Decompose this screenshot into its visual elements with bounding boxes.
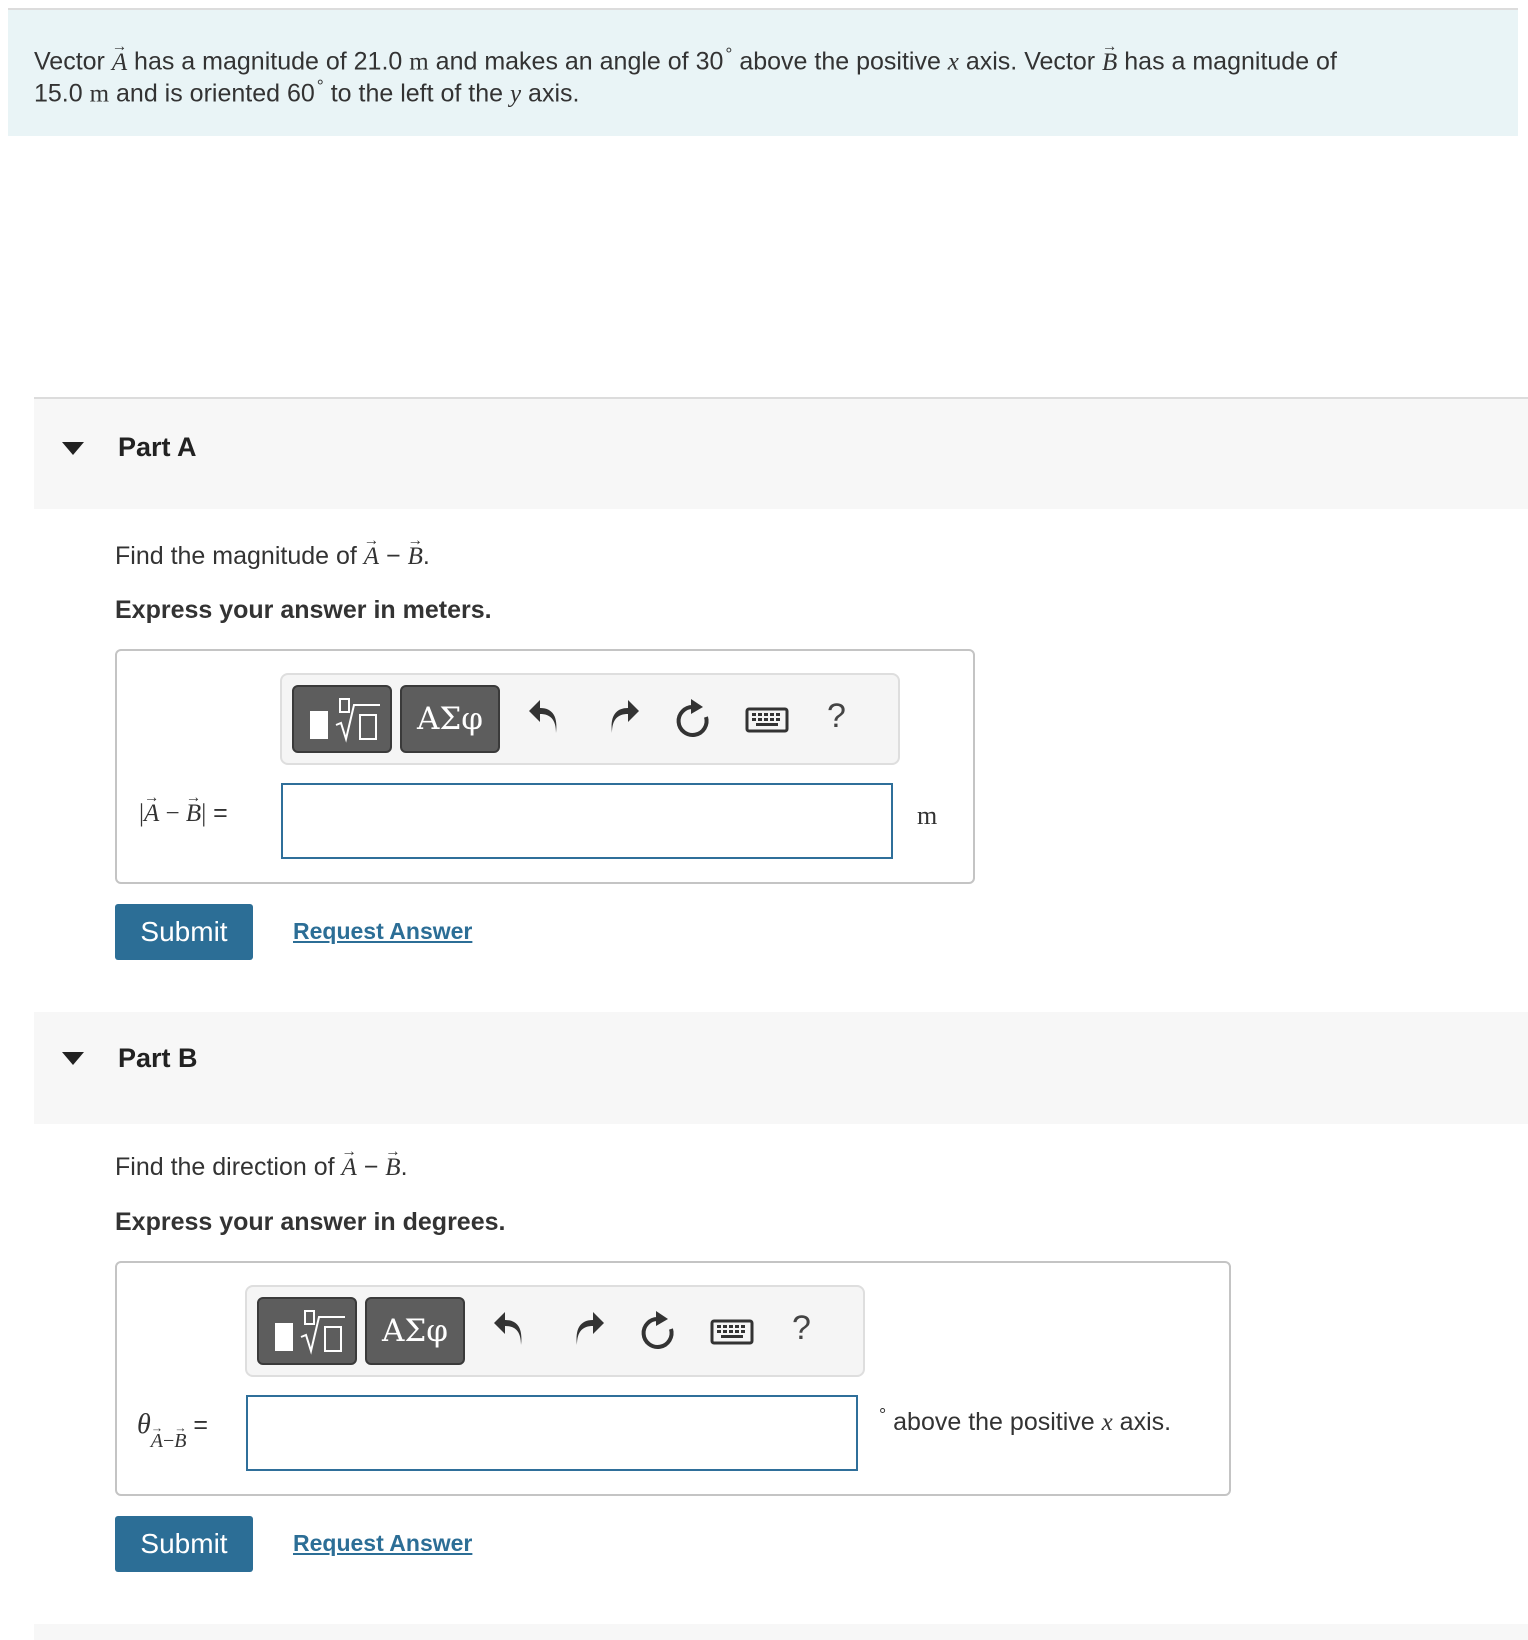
greek-symbols-icon: ΑΣφ bbox=[416, 701, 483, 737]
collapse-caret-icon[interactable] bbox=[62, 442, 84, 455]
sqrt-icon bbox=[335, 698, 380, 743]
vector-b-symbol: → B bbox=[385, 1143, 401, 1181]
problem-line-2: 15.0 m and is oriented 60 ° to the left o… bbox=[34, 76, 579, 109]
redo-icon[interactable] bbox=[567, 1309, 607, 1353]
part-a-answer-label: | → A − → B| = bbox=[139, 789, 228, 827]
undo-icon[interactable] bbox=[526, 697, 566, 741]
part-a-title: Part A bbox=[118, 432, 197, 462]
collapse-caret-icon[interactable] bbox=[62, 1052, 84, 1065]
math-toolbar: ΑΣφ ? bbox=[280, 673, 900, 765]
theta-subscript: → A− → B bbox=[150, 1421, 187, 1452]
part-b-units: ° above the positive x axis. bbox=[879, 1405, 1172, 1436]
part-b-instruction: Express your answer in degrees. bbox=[115, 1208, 506, 1236]
unit-symbol: m bbox=[89, 80, 110, 108]
part-a-instruction: Express your answer in meters. bbox=[115, 596, 492, 624]
greek-symbols-icon: ΑΣφ bbox=[381, 1313, 448, 1349]
part-a-request-answer-link[interactable]: Request Answer bbox=[293, 918, 472, 945]
vector-a-symbol: → A bbox=[144, 789, 160, 827]
greek-symbols-button[interactable]: ΑΣφ bbox=[400, 685, 500, 753]
template-block-icon bbox=[310, 711, 328, 739]
problem-text: Vector bbox=[34, 47, 112, 76]
math-toolbar: ΑΣφ ? bbox=[245, 1285, 865, 1377]
keyboard-icon[interactable] bbox=[744, 697, 790, 741]
part-b-request-answer-link[interactable]: Request Answer bbox=[293, 1530, 472, 1557]
part-a-answer-input[interactable] bbox=[281, 783, 893, 859]
problem-text: 15.0 bbox=[34, 79, 90, 108]
part-a-question: Find the magnitude of → A − → B. bbox=[115, 532, 430, 570]
vector-b-symbol: → B bbox=[1102, 38, 1118, 76]
part-b-header[interactable]: Part B bbox=[34, 1012, 1528, 1124]
templates-button[interactable] bbox=[257, 1297, 357, 1365]
vector-a-symbol: → A bbox=[363, 532, 380, 570]
reset-icon[interactable] bbox=[638, 1309, 678, 1353]
x-variable: x bbox=[947, 48, 959, 76]
sqrt-icon bbox=[300, 1310, 345, 1355]
help-icon[interactable]: ? bbox=[827, 697, 846, 736]
problem-text: axis. Vector bbox=[958, 47, 1103, 76]
part-a-units: m bbox=[917, 801, 938, 830]
template-block-icon bbox=[275, 1323, 293, 1351]
part-a-answer-box: ΑΣφ ? | → A − → B| = m bbox=[115, 649, 975, 884]
vector-b-symbol: → B bbox=[185, 789, 202, 827]
problem-text: to the left of the bbox=[323, 79, 510, 108]
undo-icon[interactable] bbox=[491, 1309, 531, 1353]
part-b-title: Part B bbox=[118, 1043, 198, 1073]
greek-symbols-button[interactable]: ΑΣφ bbox=[365, 1297, 465, 1365]
part-a-header[interactable]: Part A bbox=[34, 397, 1528, 509]
problem-text: and is oriented 60 bbox=[109, 79, 315, 108]
part-a-submit-button[interactable]: Submit bbox=[115, 904, 253, 960]
reset-icon[interactable] bbox=[673, 697, 713, 741]
part-b-question: Find the direction of → A − → B. bbox=[115, 1143, 408, 1181]
problem-statement: Vector → A has a magnitude of 21.0 m and … bbox=[8, 8, 1518, 136]
part-b-answer-box: ΑΣφ ? θ → A− → B = ° above the positive x ax… bbox=[115, 1261, 1231, 1496]
problem-text: above the positive bbox=[732, 47, 948, 76]
part-b-answer-label: θ → A− → B = bbox=[137, 1409, 209, 1452]
part-b-answer-input[interactable] bbox=[246, 1395, 858, 1471]
part-b-submit-button[interactable]: Submit bbox=[115, 1516, 253, 1572]
vector-b-symbol: → B bbox=[407, 532, 424, 570]
problem-text: has a magnitude of bbox=[1117, 47, 1337, 76]
degree-symbol: ° bbox=[316, 76, 324, 96]
problem-text: has a magnitude of 21.0 bbox=[127, 47, 410, 76]
keyboard-icon[interactable] bbox=[709, 1309, 755, 1353]
problem-line-1: Vector → A has a magnitude of 21.0 m and … bbox=[34, 38, 1337, 77]
vector-a-symbol: → A bbox=[111, 38, 128, 76]
problem-text: axis. bbox=[521, 79, 580, 108]
unit-symbol: m bbox=[409, 48, 429, 76]
y-variable: y bbox=[510, 80, 522, 108]
redo-icon[interactable] bbox=[602, 697, 642, 741]
next-part-header bbox=[34, 1624, 1528, 1640]
templates-button[interactable] bbox=[292, 685, 392, 753]
help-icon[interactable]: ? bbox=[792, 1309, 811, 1348]
problem-text: and makes an angle of 30 bbox=[428, 47, 724, 76]
vector-a-symbol: → A bbox=[341, 1143, 358, 1181]
